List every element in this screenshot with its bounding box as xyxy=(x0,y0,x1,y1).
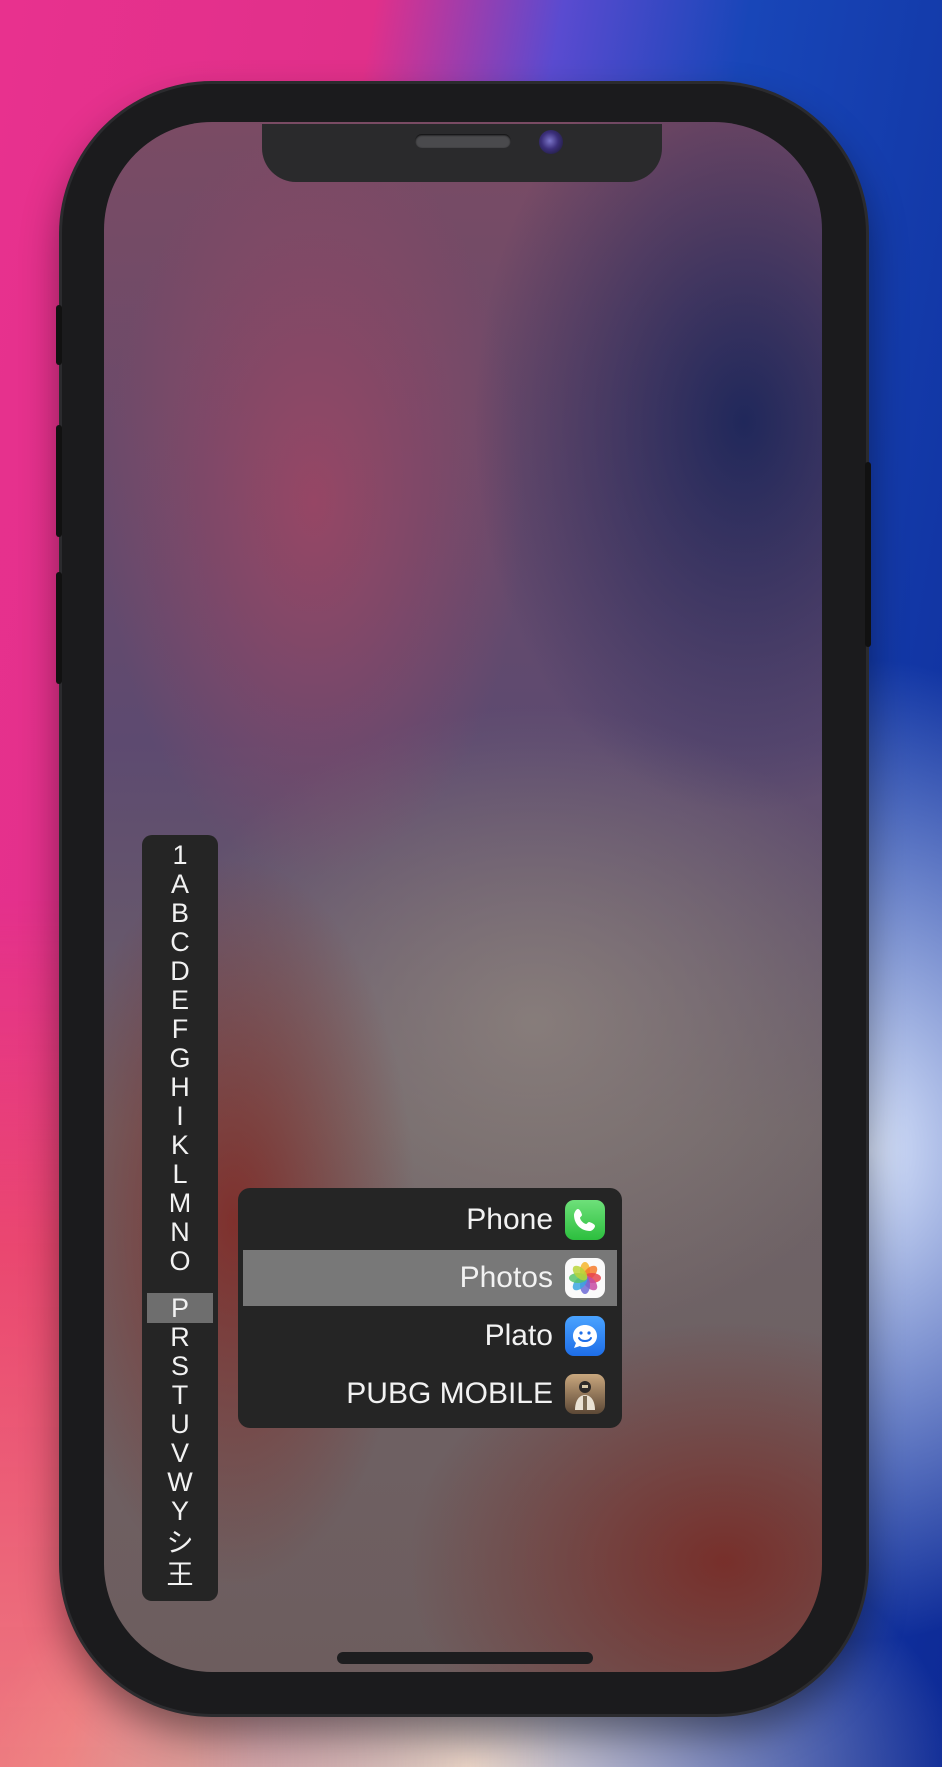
power-button xyxy=(865,462,871,647)
app-row-plato[interactable]: Plato xyxy=(243,1308,617,1364)
index-letter[interactable]: K xyxy=(142,1130,218,1160)
index-letter[interactable]: U xyxy=(142,1409,218,1439)
app-row-pubg-mobile[interactable]: PUBG MOBILE xyxy=(243,1366,617,1422)
earpiece-speaker xyxy=(415,134,511,148)
plato-icon xyxy=(565,1316,605,1356)
front-camera xyxy=(539,130,563,154)
index-letter[interactable]: H xyxy=(142,1072,218,1102)
app-list-popup: Phone Photos Plato PUBG MOBILE xyxy=(238,1188,622,1428)
index-letter[interactable]: L xyxy=(142,1159,218,1189)
index-letter[interactable]: S xyxy=(142,1351,218,1381)
index-letter[interactable]: Y xyxy=(142,1496,218,1526)
index-letter[interactable]: シ xyxy=(142,1528,218,1558)
app-label: PUBG MOBILE xyxy=(346,1377,553,1410)
index-letter[interactable]: W xyxy=(142,1467,218,1497)
notch xyxy=(262,124,662,182)
app-row-photos[interactable]: Photos xyxy=(243,1250,617,1306)
index-letter[interactable]: O xyxy=(142,1246,218,1276)
photos-icon xyxy=(565,1258,605,1298)
silent-switch xyxy=(56,305,62,365)
alphabet-index-bar[interactable]: 1 A B C D E F G H I K L M N O P R S T U … xyxy=(142,835,218,1601)
phone-icon xyxy=(565,1200,605,1240)
index-letter[interactable]: G xyxy=(142,1043,218,1073)
index-letter[interactable]: B xyxy=(142,898,218,928)
volume-up-button xyxy=(56,425,62,537)
volume-down-button xyxy=(56,572,62,684)
index-letter[interactable]: N xyxy=(142,1217,218,1247)
app-label: Photos xyxy=(459,1261,553,1294)
index-letter[interactable]: T xyxy=(142,1380,218,1410)
pubg-mobile-icon xyxy=(565,1374,605,1414)
index-letter[interactable]: A xyxy=(142,869,218,899)
index-letter[interactable]: 王 xyxy=(142,1560,218,1590)
index-letter[interactable]: I xyxy=(142,1101,218,1131)
home-indicator[interactable] xyxy=(337,1652,593,1664)
index-letter[interactable]: D xyxy=(142,956,218,986)
index-letter[interactable]: C xyxy=(142,927,218,957)
index-letter-active[interactable]: P xyxy=(142,1294,218,1323)
index-letter[interactable]: R xyxy=(142,1322,218,1352)
index-letter[interactable]: F xyxy=(142,1014,218,1044)
app-label: Plato xyxy=(484,1319,553,1352)
index-letter[interactable]: M xyxy=(142,1188,218,1218)
app-label: Phone xyxy=(466,1203,553,1236)
index-letter[interactable]: V xyxy=(142,1438,218,1468)
index-letter[interactable]: E xyxy=(142,985,218,1015)
index-letter[interactable]: 1 xyxy=(142,840,218,870)
app-row-phone[interactable]: Phone xyxy=(243,1192,617,1248)
